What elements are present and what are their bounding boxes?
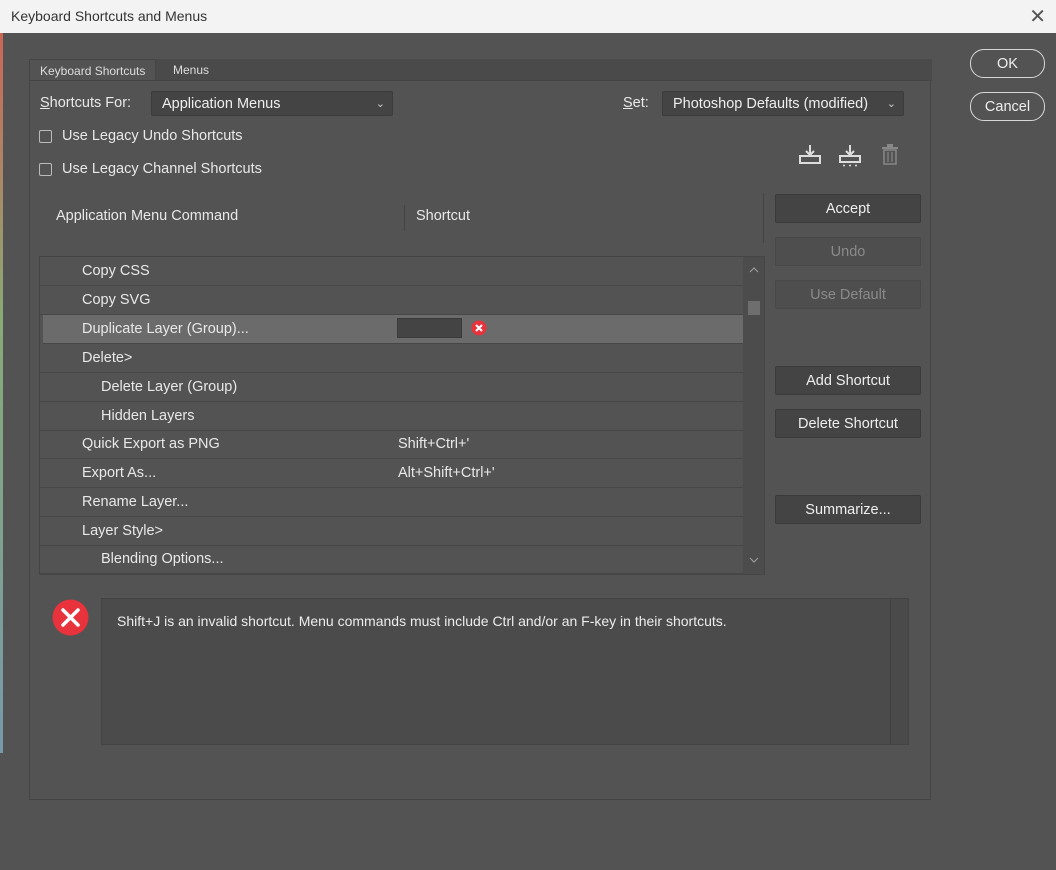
row-shortcut: Alt+Shift+Ctrl+'	[398, 465, 495, 481]
scroll-up-icon[interactable]	[749, 266, 759, 274]
row-command: Delete>	[82, 350, 133, 366]
table-row[interactable]: Copy SVG	[40, 286, 743, 315]
error-message: Shift+J is an invalid shortcut. Menu com…	[117, 613, 727, 629]
trash-icon	[882, 144, 898, 165]
tab-bar: Keyboard Shortcuts Menus	[29, 59, 932, 81]
set-label-mnemonic: S	[623, 95, 633, 111]
legacy-channel-label: Use Legacy Channel Shortcuts	[62, 161, 262, 177]
shortcut-input[interactable]	[397, 318, 462, 338]
undo-button[interactable]: Undo	[775, 237, 921, 266]
column-header-command: Application Menu Command	[56, 208, 239, 224]
shortcuts-for-label: Shortcuts For:	[40, 95, 131, 111]
table-row[interactable]: Export As... Alt+Shift+Ctrl+'	[40, 459, 743, 488]
row-command: Rename Layer...	[82, 494, 189, 510]
set-label: Set:	[623, 95, 649, 111]
window-title: Keyboard Shortcuts and Menus	[11, 8, 208, 24]
table-row[interactable]: Delete>	[40, 344, 743, 373]
vertical-scrollbar[interactable]	[743, 257, 764, 574]
use-default-button[interactable]: Use Default	[775, 280, 921, 309]
table-row[interactable]: Quick Export as PNG Shift+Ctrl+'	[40, 430, 743, 459]
column-divider	[404, 205, 405, 231]
table-row[interactable]: Hidden Layers	[40, 402, 743, 431]
table-row-selected[interactable]: Duplicate Layer (Group)...	[43, 315, 743, 344]
delete-shortcut-button[interactable]: Delete Shortcut	[775, 409, 921, 438]
row-command: Copy CSS	[82, 263, 150, 279]
close-icon[interactable]: ✕	[1029, 4, 1046, 29]
save-set-as-icon[interactable]	[838, 143, 862, 167]
chevron-down-icon: ⌄	[375, 98, 385, 110]
chevron-down-icon: ⌄	[886, 98, 896, 110]
table-row[interactable]: Rename Layer...	[40, 488, 743, 517]
summarize-button[interactable]: Summarize...	[775, 495, 921, 524]
cancel-button[interactable]: Cancel	[970, 92, 1045, 121]
table-row[interactable]: Layer Style>	[40, 517, 743, 546]
shortcuts-for-select[interactable]: Application Menus ⌄	[151, 91, 393, 116]
scroll-thumb[interactable]	[748, 301, 760, 315]
row-command: Blending Options...	[101, 551, 224, 567]
error-icon	[52, 599, 89, 636]
background-strip	[0, 33, 3, 753]
legacy-channel-checkbox[interactable]	[39, 163, 52, 176]
set-value: Photoshop Defaults (modified)	[673, 96, 869, 112]
add-shortcut-button[interactable]: Add Shortcut	[775, 366, 921, 395]
ok-button[interactable]: OK	[970, 49, 1045, 78]
save-set-icon[interactable]	[798, 143, 822, 165]
shortcuts-for-label-mnemonic: S	[40, 95, 50, 111]
error-message-box: Shift+J is an invalid shortcut. Menu com…	[101, 598, 909, 745]
table-row[interactable]: Copy CSS	[40, 257, 743, 286]
shortcuts-for-value: Application Menus	[162, 96, 281, 112]
row-command: Copy SVG	[82, 292, 151, 308]
row-command: Quick Export as PNG	[82, 436, 220, 452]
error-message-area: Shift+J is an invalid shortcut. Menu com…	[102, 599, 891, 744]
error-x-icon[interactable]	[471, 320, 487, 336]
tab-keyboard-shortcuts[interactable]: Keyboard Shortcuts	[29, 59, 157, 81]
shortcuts-for-label-rest: hortcuts For:	[49, 95, 132, 111]
set-select[interactable]: Photoshop Defaults (modified) ⌄	[662, 91, 904, 116]
set-label-rest: et:	[632, 95, 649, 111]
row-command: Export As...	[82, 465, 157, 481]
row-command: Delete Layer (Group)	[101, 379, 238, 395]
command-table: Copy CSS Copy SVG Duplicate Layer (Group…	[39, 256, 765, 575]
row-command: Hidden Layers	[101, 408, 195, 424]
tab-menus[interactable]: Menus	[163, 59, 219, 80]
scroll-down-icon[interactable]	[749, 556, 759, 564]
title-bar: Keyboard Shortcuts and Menus ✕	[0, 0, 1056, 33]
legacy-undo-checkbox[interactable]	[39, 130, 52, 143]
row-shortcut: Shift+Ctrl+'	[398, 436, 470, 452]
row-command: Layer Style>	[82, 523, 164, 539]
accept-button[interactable]: Accept	[775, 194, 921, 223]
row-command: Duplicate Layer (Group)...	[82, 321, 249, 337]
column-header-shortcut: Shortcut	[416, 208, 470, 224]
legacy-undo-label: Use Legacy Undo Shortcuts	[62, 128, 243, 144]
table-row[interactable]: Delete Layer (Group)	[40, 373, 743, 402]
table-row[interactable]: Blending Options...	[40, 545, 743, 574]
